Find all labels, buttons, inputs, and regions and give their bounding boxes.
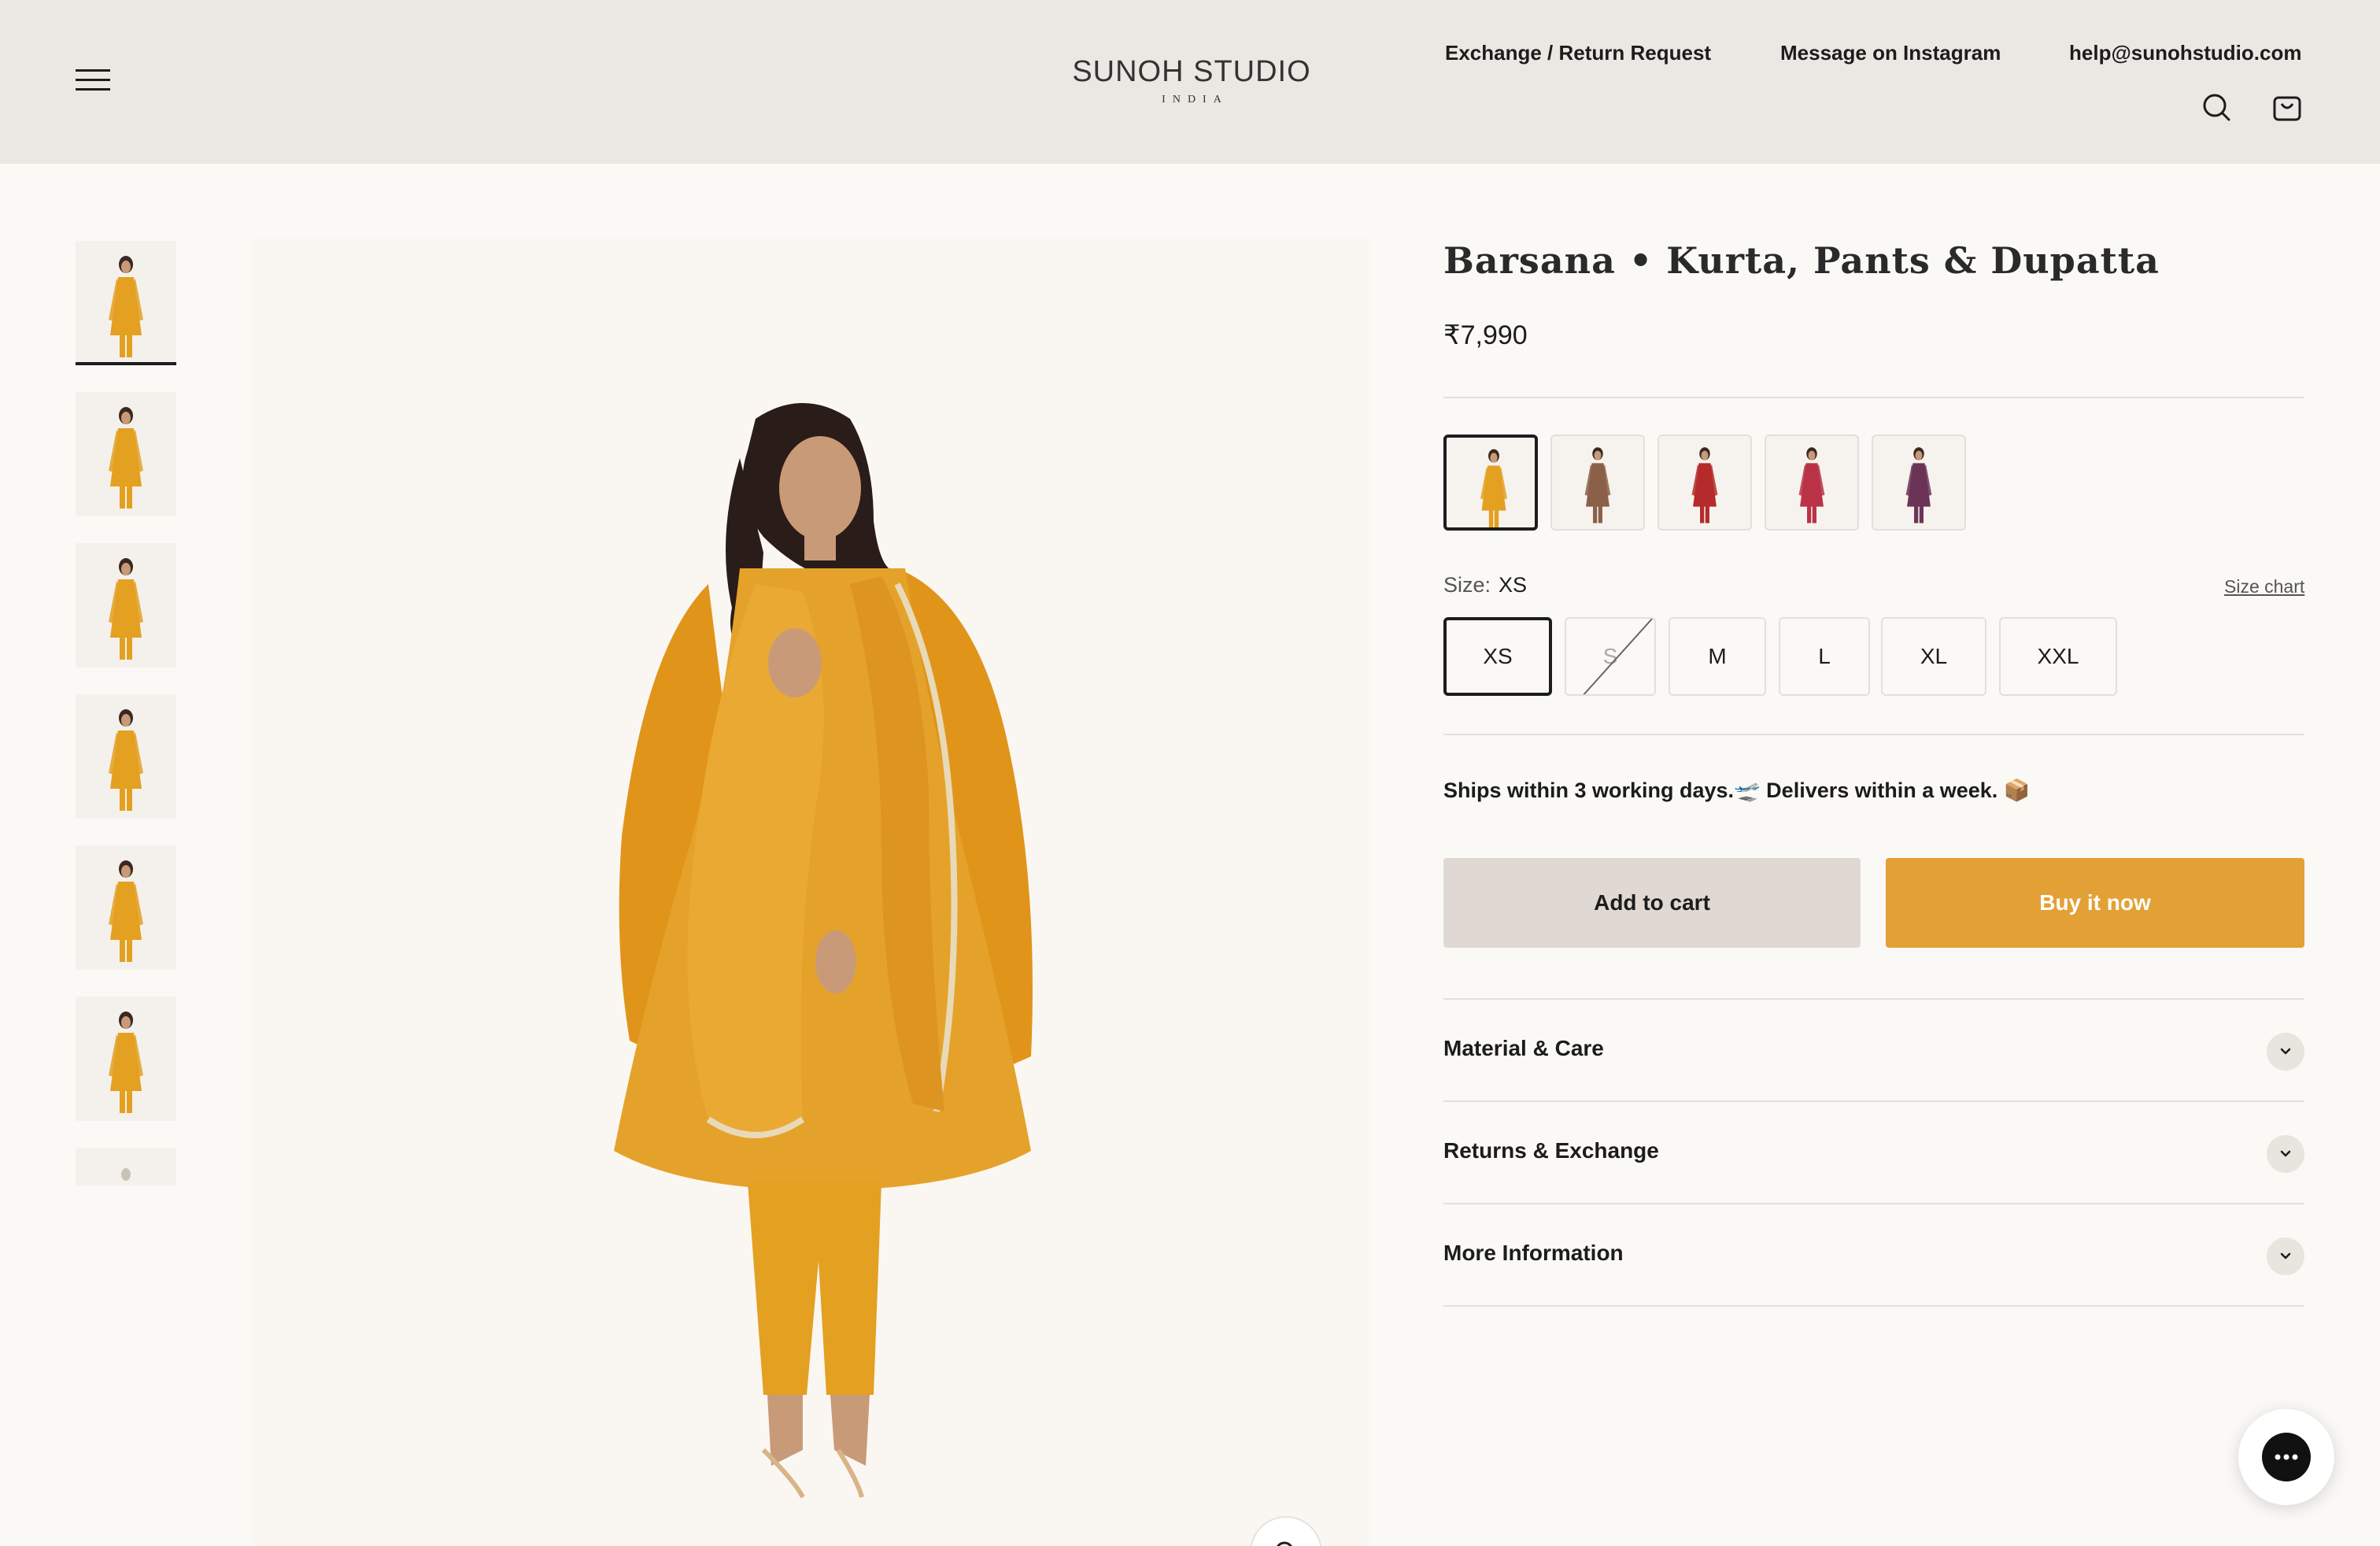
- accordion-label: Material & Care: [1443, 1036, 1604, 1060]
- chat-icon[interactable]: [2238, 1409, 2334, 1505]
- color-swatch-1[interactable]: [1443, 435, 1538, 531]
- thumbnail-4[interactable]: [76, 694, 176, 819]
- shipping-info: Ships within 3 working days.🛫 Delivers w…: [1443, 779, 2031, 802]
- size-option-xs[interactable]: XS: [1443, 617, 1552, 696]
- chevron-down-icon: [2267, 1237, 2304, 1275]
- size-option-s[interactable]: S: [1565, 617, 1656, 696]
- thumbnail-7[interactable]: [76, 1148, 176, 1185]
- size-option-label: L: [1818, 644, 1831, 668]
- nav-help-email[interactable]: help@sunohstudio.com: [2069, 41, 2301, 65]
- thumbnail-6[interactable]: [76, 997, 176, 1121]
- color-swatch-5[interactable]: [1872, 435, 1966, 531]
- search-icon[interactable]: [2201, 91, 2232, 123]
- menu-icon[interactable]: [76, 69, 110, 93]
- size-option-label: XXL: [2037, 644, 2079, 668]
- accordion-label: Returns & Exchange: [1443, 1138, 1659, 1163]
- store-logo[interactable]: SUNOH STUDIO INDIA: [1023, 55, 1360, 106]
- zoom-icon[interactable]: [1250, 1516, 1322, 1546]
- buy-now-button[interactable]: Buy it now: [1886, 858, 2304, 948]
- size-option-label: XL: [1920, 644, 1948, 668]
- nav-instagram[interactable]: Message on Instagram: [1780, 41, 2001, 65]
- selected-size: XS: [1499, 573, 1528, 597]
- accordion-material-care[interactable]: Material & Care: [1443, 998, 2304, 1099]
- size-option-label: M: [1708, 644, 1727, 668]
- divider: [1443, 1305, 2304, 1307]
- logo-subtitle: INDIA: [1162, 94, 1229, 105]
- divider: [1443, 734, 2304, 735]
- size-option-l[interactable]: L: [1779, 617, 1870, 696]
- size-option-m[interactable]: M: [1669, 617, 1766, 696]
- bag-icon[interactable]: [2271, 91, 2303, 123]
- main-product-image[interactable]: [252, 238, 1369, 1546]
- logo-brand: SUNOH STUDIO: [1072, 55, 1311, 88]
- product-price: ₹7,990: [1443, 320, 1528, 350]
- size-option-label: XS: [1483, 644, 1513, 668]
- chevron-down-icon: [2267, 1135, 2304, 1173]
- size-label-text: Size:: [1443, 573, 1491, 597]
- accordion-returns-exchange[interactable]: Returns & Exchange: [1443, 1100, 2304, 1201]
- size-option-xxl[interactable]: XXL: [1999, 617, 2117, 696]
- thumbnail-2[interactable]: [76, 392, 176, 516]
- color-swatch-3[interactable]: [1658, 435, 1752, 531]
- size-label: Size: XS: [1443, 573, 1527, 597]
- thumbnail-5[interactable]: [76, 845, 176, 970]
- product-photo-figure: [614, 403, 1033, 1499]
- thumbnail-3[interactable]: [76, 543, 176, 668]
- add-to-cart-button[interactable]: Add to cart: [1443, 858, 1861, 948]
- color-swatch-2[interactable]: [1550, 435, 1645, 531]
- divider: [1443, 397, 2304, 398]
- site-header: SUNOH STUDIO INDIA Exchange / Return Req…: [0, 0, 2380, 164]
- size-chart-link[interactable]: Size chart: [2224, 576, 2304, 597]
- thumbnail-list: [76, 241, 176, 1185]
- unavailable-strike: [1577, 619, 1654, 694]
- accordion-more-information[interactable]: More Information: [1443, 1203, 2304, 1304]
- accordion-label: More Information: [1443, 1241, 1624, 1265]
- size-option-xl[interactable]: XL: [1881, 617, 1986, 696]
- chevron-down-icon: [2267, 1033, 2304, 1071]
- color-swatch-4[interactable]: [1765, 435, 1859, 531]
- thumbnail-1[interactable]: [76, 241, 176, 365]
- nav-exchange-return[interactable]: Exchange / Return Request: [1445, 41, 1711, 65]
- product-title: Barsana • Kurta, Pants & Dupatta: [1443, 239, 2160, 282]
